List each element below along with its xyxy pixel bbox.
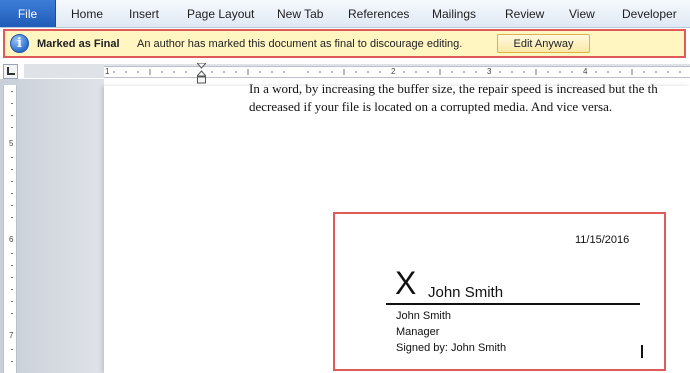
- marked-as-final-bar: i Marked as Final An author has marked t…: [3, 29, 686, 58]
- text-cursor: [641, 345, 643, 358]
- ruler-tick: [11, 91, 13, 92]
- ruler-number: 1: [105, 67, 110, 76]
- signature-x-mark: X: [395, 265, 417, 301]
- ruler-tick: [11, 253, 13, 254]
- ruler-tick: [11, 361, 13, 362]
- ruler-tick: [11, 193, 13, 194]
- tab-file[interactable]: File: [0, 0, 56, 27]
- signature-date: 11/15/2016: [575, 234, 630, 246]
- ruler-tick: [11, 349, 13, 350]
- signed-by-text: Signed by: John Smith: [396, 342, 507, 354]
- tab-home[interactable]: Home: [71, 0, 103, 27]
- signer-name: John Smith: [396, 310, 452, 322]
- ruler-number: 5: [9, 139, 14, 148]
- horizontal-ruler[interactable]: [104, 66, 690, 78]
- ruler-number: 2: [391, 67, 396, 76]
- ruler-tick: [11, 265, 13, 266]
- edit-anyway-button[interactable]: Edit Anyway: [497, 34, 590, 53]
- paragraph-line: decreased if your file is located on a c…: [249, 99, 613, 114]
- ruler-tick: [11, 289, 13, 290]
- left-tab-stop-icon: [7, 67, 15, 75]
- paragraph-line: In a word, by increasing the buffer size…: [249, 81, 658, 96]
- ruler-tick: [11, 313, 13, 314]
- ruler-tick: [11, 277, 13, 278]
- message-bar-title: Marked as Final: [37, 38, 120, 50]
- ruler-tick: [11, 301, 13, 302]
- ruler-tick: [11, 205, 13, 206]
- ruler-tick: [11, 217, 13, 218]
- ruler-number: 7: [9, 331, 14, 340]
- signer-title: Manager: [396, 326, 440, 338]
- ruler-tick: [11, 127, 13, 128]
- document-paragraph[interactable]: In a word, by increasing the buffer size…: [249, 80, 690, 116]
- tab-mailings[interactable]: Mailings: [432, 0, 476, 27]
- tab-review[interactable]: Review: [505, 0, 544, 27]
- tab-insert[interactable]: Insert: [129, 0, 159, 27]
- message-bar-text: An author has marked this document as fi…: [137, 38, 463, 50]
- ruler-tick: [11, 181, 13, 182]
- signature-name: John Smith: [428, 284, 504, 301]
- ruler-tick: [11, 115, 13, 116]
- info-icon: i: [10, 34, 29, 53]
- tab-selector-button[interactable]: [3, 64, 18, 79]
- ruler-tick: [11, 157, 13, 158]
- tab-page-layout[interactable]: Page Layout: [187, 0, 254, 27]
- tab-references[interactable]: References: [348, 0, 409, 27]
- vertical-ruler[interactable]: 5 6 7: [3, 85, 17, 373]
- signature-line[interactable]: [386, 303, 640, 305]
- ruler-tick: [11, 103, 13, 104]
- indent-marker-icon[interactable]: [197, 63, 206, 85]
- ribbon-tab-bar: File Home Insert Page Layout New Tab Ref…: [0, 0, 690, 28]
- ruler-tick: [11, 169, 13, 170]
- tab-new-tab[interactable]: New Tab: [277, 0, 323, 27]
- tab-view[interactable]: View: [569, 0, 595, 27]
- tab-developer[interactable]: Developer: [622, 0, 677, 27]
- ruler-number: 6: [9, 235, 14, 244]
- ruler-number: 4: [583, 67, 588, 76]
- ruler-ticks: [113, 69, 681, 75]
- ruler-number: 3: [487, 67, 492, 76]
